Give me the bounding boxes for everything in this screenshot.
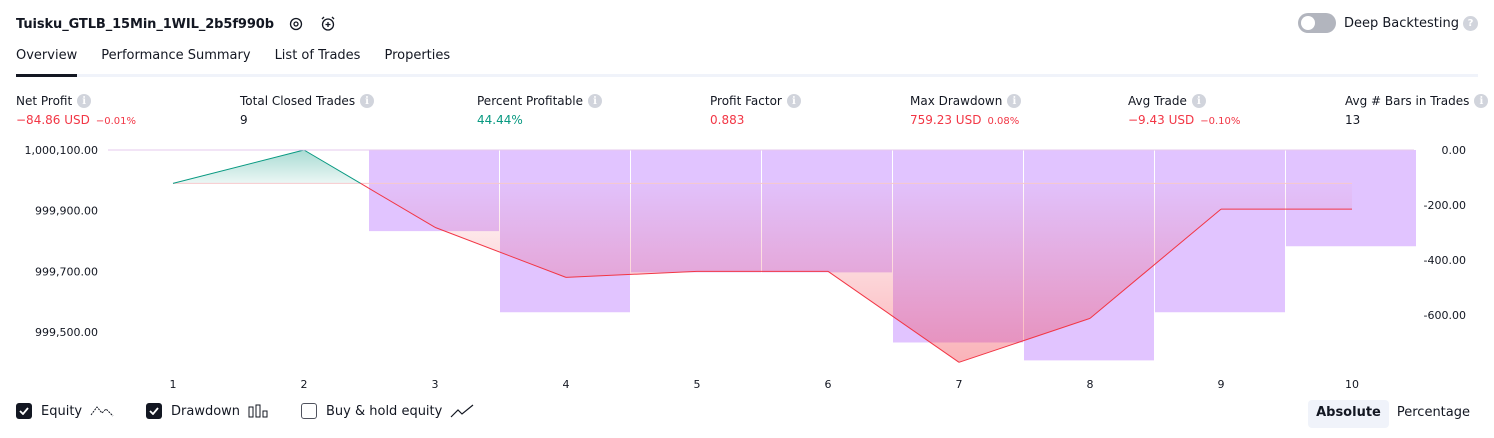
- x-tick-label: 6: [825, 378, 832, 391]
- add-alert-icon[interactable]: [318, 14, 338, 34]
- info-icon[interactable]: i: [1007, 94, 1022, 108]
- legend-label: Drawdown: [171, 403, 241, 419]
- tab-properties[interactable]: Properties: [384, 42, 450, 74]
- strategy-header: Tuisku_GTLB_15Min_1WIL_2b5f990b: [16, 12, 338, 36]
- x-tick-label: 2: [301, 378, 308, 391]
- right-tick-label: 0.00: [1442, 144, 1467, 157]
- settings-icon[interactable]: [286, 14, 306, 34]
- tab-bar: Overview Performance Summary List of Tra…: [16, 42, 1478, 77]
- left-tick-label: 999,700.00: [35, 265, 98, 278]
- tab-performance-summary[interactable]: Performance Summary: [101, 42, 250, 74]
- right-tick-label: -600.00: [1424, 309, 1466, 322]
- legend-drawdown[interactable]: Drawdown: [146, 403, 268, 419]
- metric-label: Total Closed Trades: [240, 94, 356, 108]
- metric-label: Avg Trade: [1128, 94, 1187, 108]
- metric-value: 44.44%: [477, 113, 523, 127]
- x-tick-label: 10: [1345, 378, 1359, 391]
- metric-net-profit: Net Profit i −84.86 USD −0.01%: [16, 93, 136, 127]
- deep-backtesting-label: Deep Backtesting: [1343, 15, 1459, 31]
- metric-percent-profitable: Percent Profitable i 44.44%: [477, 93, 602, 127]
- legend-label: Equity: [41, 403, 83, 419]
- metric-value: −9.43 USD: [1128, 113, 1195, 127]
- x-tick-label: 5: [694, 378, 701, 391]
- metric-profit-factor: Profit Factor i 0.883: [710, 93, 801, 127]
- deep-backtesting-toggle[interactable]: [1297, 13, 1336, 33]
- help-icon[interactable]: ?: [1463, 15, 1478, 31]
- legend-equity[interactable]: Equity: [16, 403, 114, 419]
- x-tick-label: 1: [170, 378, 177, 391]
- metric-label: Percent Profitable: [477, 94, 583, 108]
- x-tick-label: 3: [432, 378, 439, 391]
- legend-buy-hold[interactable]: Buy & hold equity: [301, 403, 474, 419]
- drawdown-bars-icon: [248, 404, 268, 418]
- left-tick-label: 999,500.00: [35, 326, 98, 339]
- drawdown-checkbox[interactable]: [146, 403, 162, 419]
- mode-percentage[interactable]: Percentage: [1389, 400, 1478, 428]
- metric-value: 759.23 USD: [910, 113, 982, 127]
- metric-percent: 0.08%: [987, 116, 1020, 127]
- buy-hold-checkbox[interactable]: [301, 403, 317, 419]
- metric-avg-bars: Avg # Bars in Trades i 13: [1345, 93, 1489, 127]
- metric-label: Net Profit: [16, 94, 73, 108]
- metric-max-drawdown: Max Drawdown i 759.23 USD 0.08%: [910, 93, 1022, 127]
- info-icon[interactable]: i: [786, 94, 801, 108]
- metric-value: 13: [1345, 113, 1361, 127]
- equity-drawdown-chart: 1,000,100.00 999,900.00 999,700.00 999,500.…: [25, 144, 1467, 391]
- equity-checkbox[interactable]: [16, 403, 32, 419]
- deep-backtesting: Deep Backtesting ?: [1297, 13, 1478, 33]
- right-tick-label: -400.00: [1424, 254, 1466, 267]
- info-icon[interactable]: i: [360, 94, 375, 108]
- x-tick-label: 4: [563, 378, 570, 391]
- info-icon[interactable]: i: [1191, 94, 1206, 108]
- tab-overview[interactable]: Overview: [16, 42, 78, 77]
- tab-list-of-trades[interactable]: List of Trades: [275, 42, 361, 74]
- info-icon[interactable]: i: [587, 94, 602, 108]
- metric-percent: −0.01%: [95, 116, 137, 127]
- equity-line-icon: [90, 404, 114, 418]
- strategy-name: Tuisku_GTLB_15Min_1WIL_2b5f990b: [16, 16, 274, 32]
- display-mode-switch: Absolute Percentage: [1308, 400, 1478, 428]
- metric-total-closed-trades: Total Closed Trades i 9: [240, 93, 375, 127]
- legend-label: Buy & hold equity: [326, 403, 443, 419]
- metric-avg-trade: Avg Trade i −9.43 USD −0.10%: [1128, 93, 1240, 127]
- x-tick-label: 9: [1218, 378, 1225, 391]
- left-tick-label: 1,000,100.00: [25, 144, 98, 157]
- info-icon[interactable]: i: [77, 94, 92, 108]
- metric-label: Max Drawdown: [910, 94, 1003, 108]
- x-tick-label: 8: [1087, 378, 1094, 391]
- metric-label: Profit Factor: [710, 94, 782, 108]
- metric-percent: −0.10%: [1200, 116, 1241, 127]
- buy-hold-line-icon: [450, 404, 474, 418]
- x-tick-label: 7: [956, 378, 963, 391]
- metric-value: 9: [240, 113, 248, 127]
- right-tick-label: -200.00: [1424, 199, 1466, 212]
- left-tick-label: 999,900.00: [35, 205, 98, 218]
- mode-absolute[interactable]: Absolute: [1308, 400, 1389, 428]
- metric-label: Avg # Bars in Trades: [1345, 94, 1470, 108]
- info-icon[interactable]: i: [1474, 94, 1489, 108]
- metric-value: 0.883: [710, 113, 745, 127]
- metric-value: −84.86 USD: [16, 113, 90, 127]
